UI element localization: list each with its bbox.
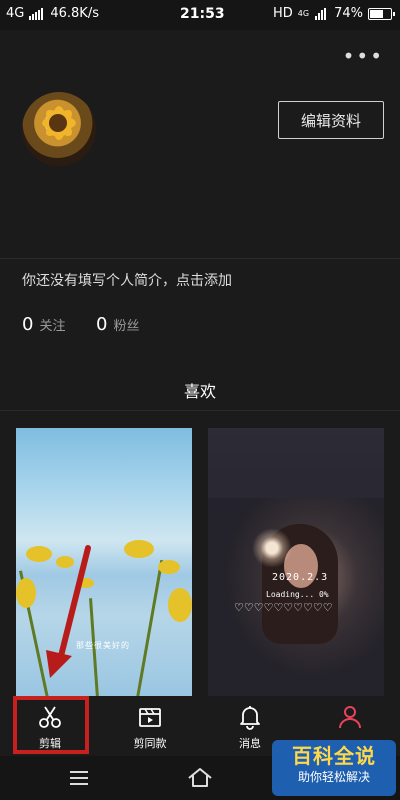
tab-liked[interactable]: 喜欢 [0,378,400,402]
followers-count: 0 [96,314,108,335]
thumbnail-date: 2020.2.3 [272,572,329,583]
hd-indicator: HD [273,6,293,21]
status-left: 4G 46.8K/s [6,6,99,21]
thumbnail-loading: Loading... 0% [266,590,329,599]
nav-item-template[interactable]: 剪同款 [110,696,190,756]
menu-icon[interactable] [68,770,90,786]
watermark-logo: 百科全说 助你轻松解决 [272,740,396,796]
divider [0,258,400,259]
clapperboard-icon [139,708,161,727]
divider [0,410,400,411]
video-thumbnail[interactable]: 2020.2.3 Loading... 0% ♡♡♡♡♡♡♡♡♡♡ [208,428,384,696]
status-bar: 4G 46.8K/s 21:53 HD 4G 74% [0,0,400,30]
signal-icon-right [315,7,327,20]
watermark-subtitle: 助你轻松解决 [297,770,370,784]
video-thumbnail[interactable]: 那些很美好的 [16,428,192,696]
network-indicator: 4G [297,9,310,18]
highlight-box [13,696,89,754]
following-count: 0 [22,314,34,335]
followers-label: 粉丝 [113,319,140,334]
following-label: 关注 [39,319,66,334]
status-right: HD 4G 74% [273,6,395,21]
person-icon [339,706,361,729]
network-type: 4G [6,6,25,21]
status-time: 21:53 [180,6,225,22]
nav-label-template: 剪同款 [133,737,167,750]
battery-icon [368,7,395,20]
watermark-title: 百科全说 [292,744,376,768]
followers-stat[interactable]: 0 粉丝 [96,314,139,335]
bell-icon [240,706,260,730]
bio-prompt[interactable]: 你还没有填写个人简介，点击添加 [22,270,232,290]
thumbnail-caption: 那些很美好的 [76,641,130,650]
following-stat[interactable]: 0 关注 [22,314,65,335]
battery-percent: 74% [334,6,363,21]
network-speed: 46.8K/s [50,6,99,21]
more-options-icon[interactable]: ••• [343,46,384,66]
avatar[interactable] [22,92,96,166]
heart-icons: ♡♡♡♡♡♡♡♡♡♡ [234,601,333,614]
edit-profile-button[interactable]: 编辑资料 [278,101,384,139]
nav-label-messages: 消息 [239,737,261,750]
home-icon[interactable] [186,766,214,788]
signal-icon [29,7,44,20]
